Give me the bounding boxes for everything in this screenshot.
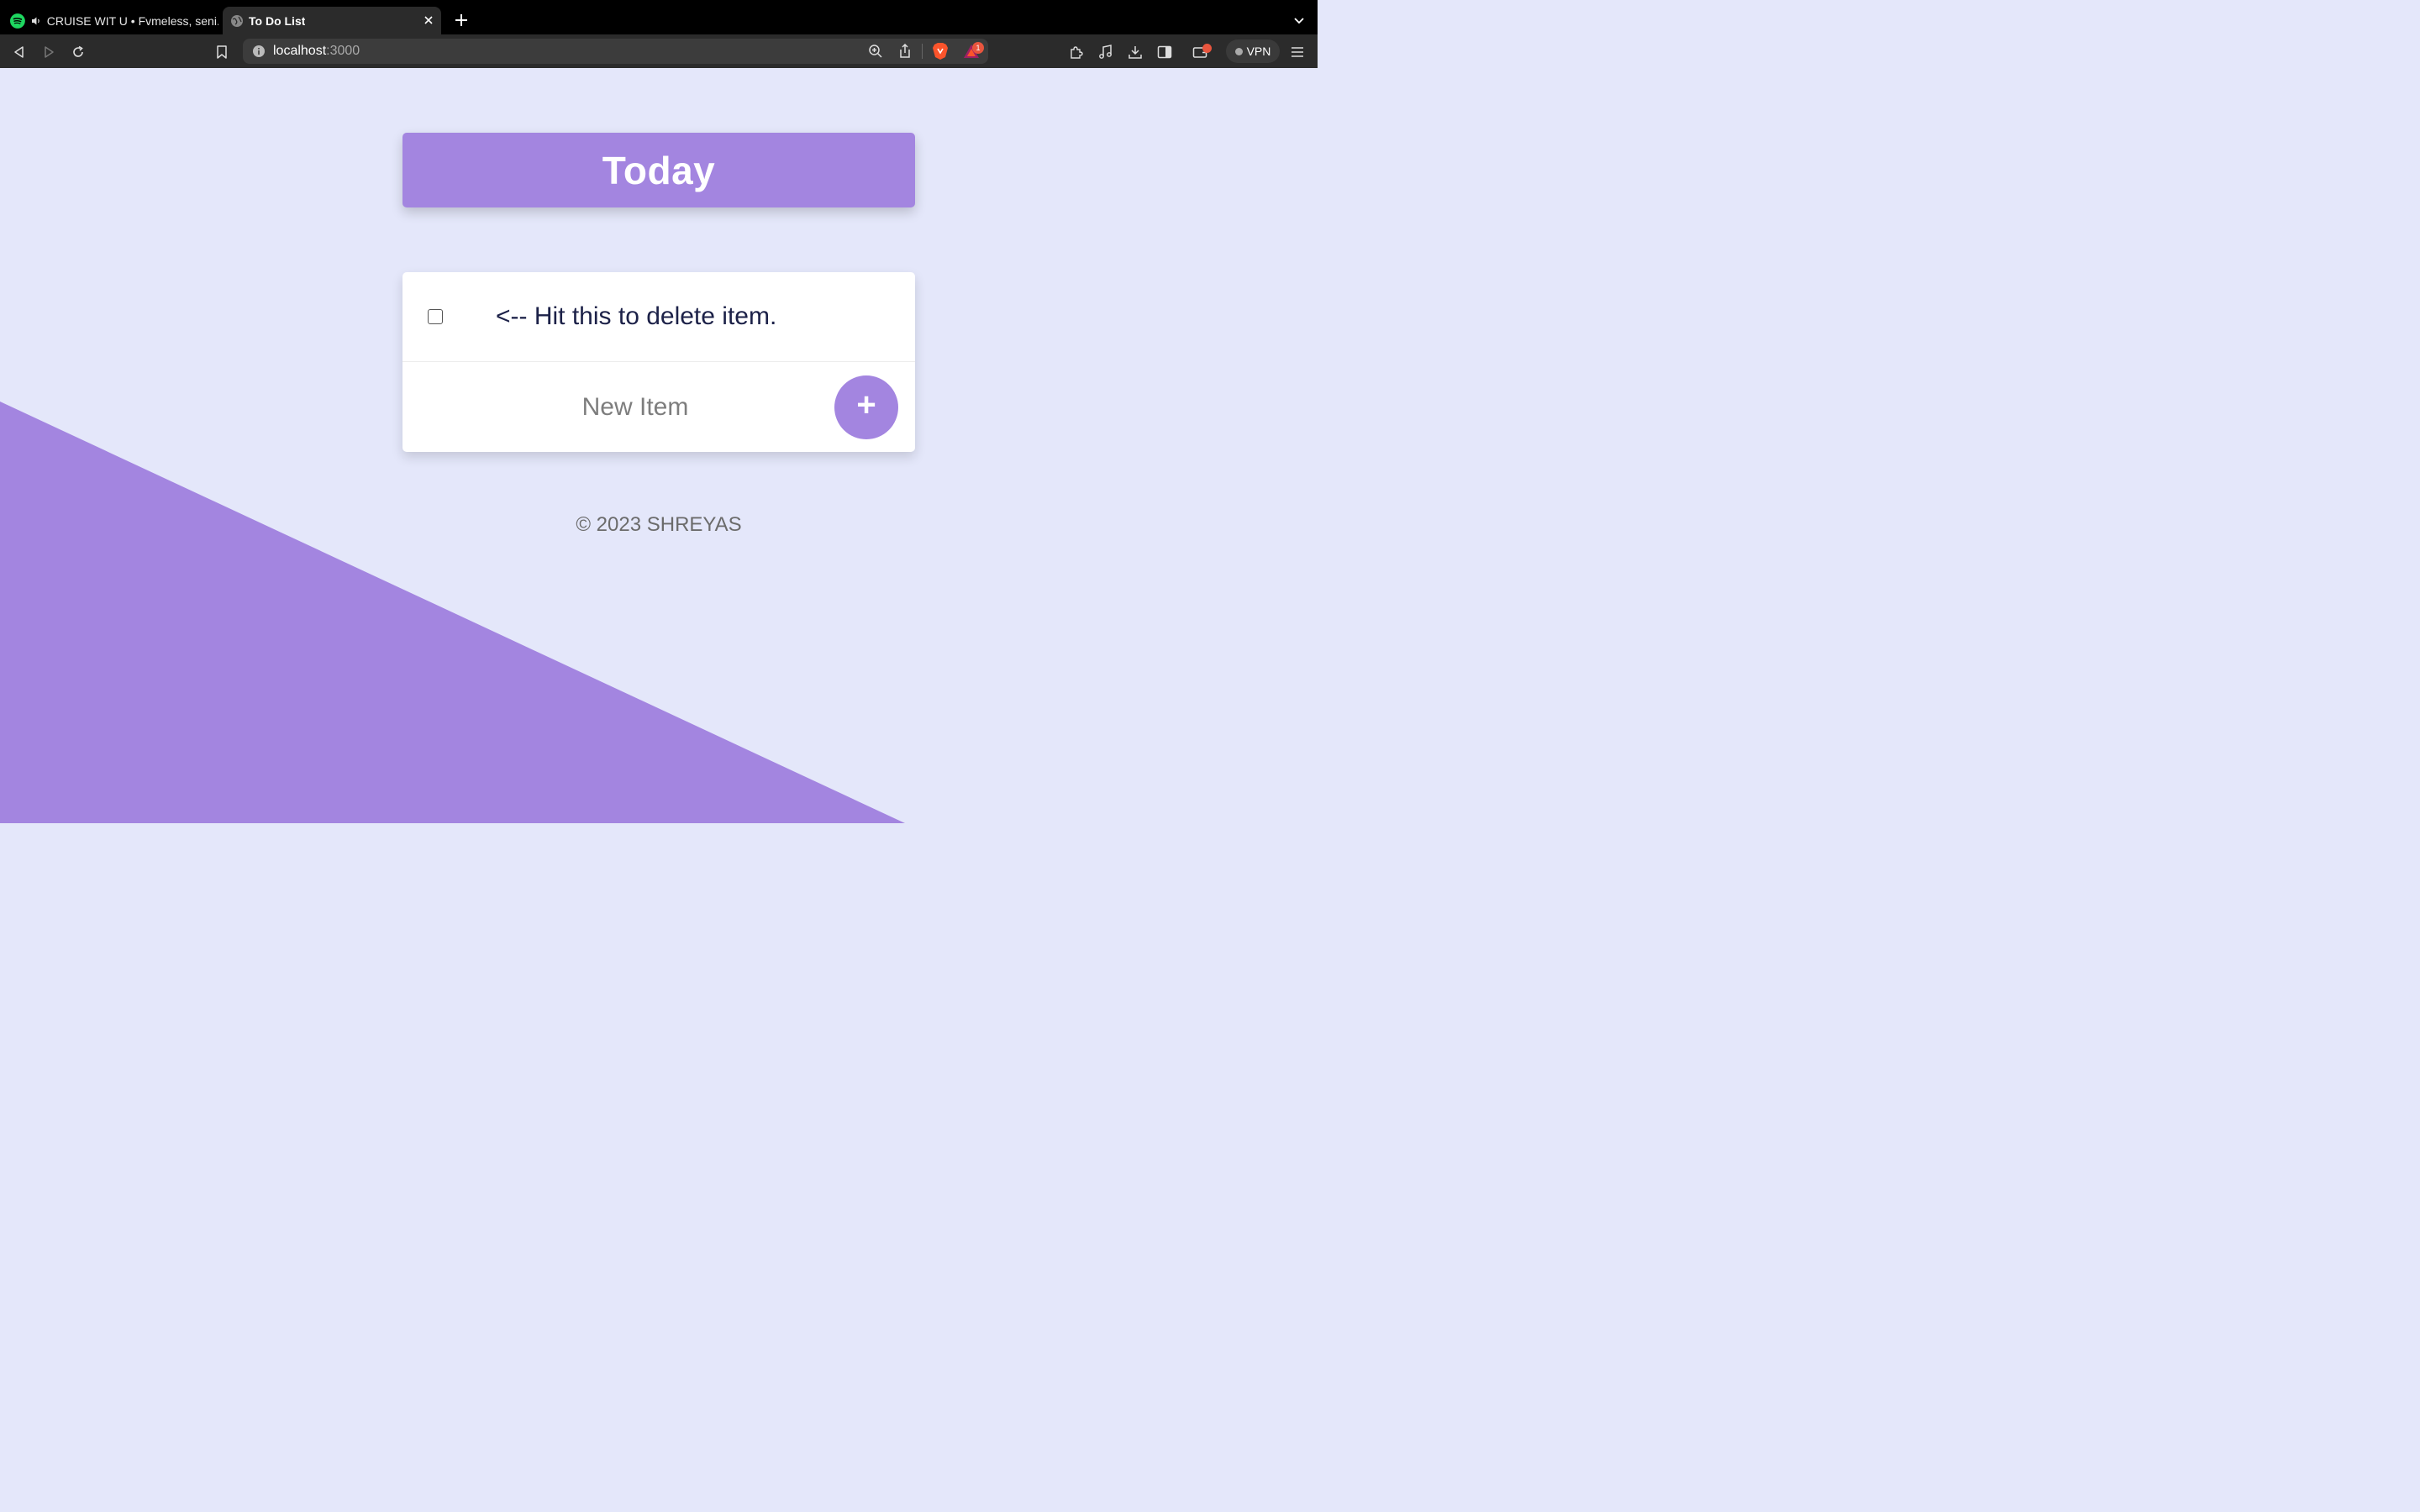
reload-icon[interactable]	[69, 43, 87, 61]
vpn-button[interactable]: VPN	[1226, 39, 1280, 63]
notification-badge: 1	[972, 42, 984, 54]
todo-card: <-- Hit this to delete item. +	[402, 272, 915, 452]
list-item: <-- Hit this to delete item.	[402, 272, 915, 362]
divider	[922, 44, 923, 59]
download-icon[interactable]	[1126, 43, 1144, 61]
vpn-label: VPN	[1246, 45, 1271, 58]
bookmark-icon[interactable]	[213, 43, 231, 61]
globe-icon	[231, 14, 243, 27]
site-info-icon[interactable]	[252, 45, 266, 62]
media-icon[interactable]	[1097, 43, 1115, 61]
address-bar[interactable]: localhost:3000	[243, 39, 988, 64]
brave-shield-icon[interactable]	[932, 42, 949, 65]
new-tab-icon[interactable]	[452, 11, 471, 29]
tab-spotify[interactable]: CRUISE WIT U • Fvmeless, seni.	[7, 7, 218, 34]
tab-label: To Do List	[249, 13, 306, 28]
browser-toolbar: localhost:3000 1 VPN	[0, 34, 1318, 68]
tab-todo[interactable]: To Do List	[223, 7, 441, 34]
menu-icon[interactable]	[1288, 43, 1307, 61]
tab-bar: CRUISE WIT U • Fvmeless, seni. To Do Lis…	[0, 0, 1318, 34]
back-icon[interactable]	[10, 43, 29, 61]
vpn-status-icon	[1234, 47, 1243, 55]
new-item-input[interactable]	[495, 386, 776, 429]
tab-list-chevron-icon[interactable]	[1291, 13, 1307, 29]
extensions-icon[interactable]	[1067, 43, 1086, 61]
heading-box: Today	[402, 133, 915, 207]
new-item-form: +	[402, 362, 915, 452]
footer: © 2023 SHREYAS	[576, 513, 742, 536]
tab-label: CRUISE WIT U • Fvmeless, seni.	[46, 13, 218, 28]
page-title: Today	[602, 148, 716, 192]
share-icon[interactable]	[898, 43, 912, 63]
url-text[interactable]: localhost:3000	[273, 44, 360, 59]
forward-icon[interactable]	[39, 43, 58, 61]
page-content: Today <-- Hit this to delete item. + © 2…	[0, 68, 1318, 823]
url-host: localhost	[273, 44, 327, 58]
sidebar-icon[interactable]	[1155, 43, 1174, 61]
zoom-icon[interactable]	[868, 44, 883, 63]
wallet-notification-dot	[1202, 44, 1212, 53]
close-tab-icon[interactable]	[421, 13, 436, 28]
spotify-icon	[10, 13, 25, 29]
item-text: <-- Hit this to delete item.	[496, 302, 777, 330]
delete-item-checkbox[interactable]	[428, 309, 443, 324]
add-item-button[interactable]: +	[834, 375, 898, 439]
audio-playing-icon[interactable]	[30, 15, 42, 27]
url-port: :3000	[326, 44, 360, 58]
